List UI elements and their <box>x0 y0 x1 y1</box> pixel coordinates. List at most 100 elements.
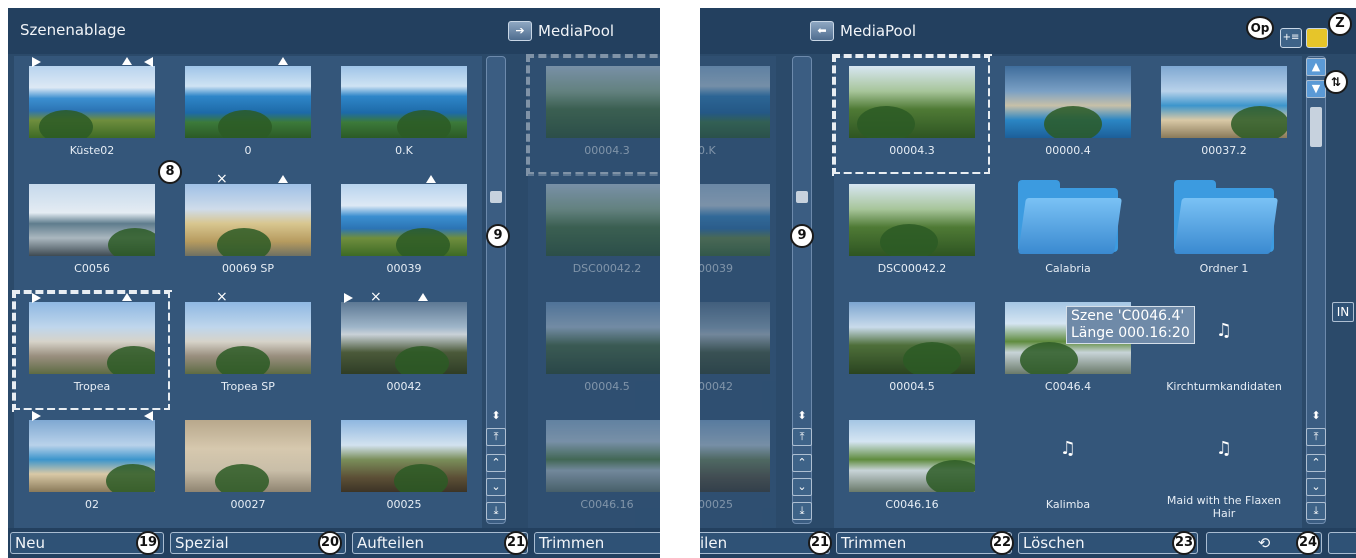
preview-thumbnail <box>546 420 660 492</box>
scroll-top-icon[interactable]: ⤒ <box>486 428 506 446</box>
add-list-icon[interactable]: +≡ <box>1280 28 1302 48</box>
mp-scroll-up-icon[interactable]: ⌃ <box>1306 454 1326 472</box>
archive-icon[interactable] <box>1306 28 1328 48</box>
preview-thumbnail <box>700 184 770 256</box>
audio-tile[interactable]: ♫ Maid with the Flaxen Hair <box>1146 410 1302 528</box>
trim-button[interactable]: Trimmen <box>534 532 660 554</box>
media-label: Kalimba <box>1045 498 1091 511</box>
scene-tile[interactable]: 0 <box>170 56 326 174</box>
position-marker-icon <box>122 293 132 301</box>
mp-scroll-top-icon[interactable]: ⤒ <box>1306 428 1326 446</box>
media-tile[interactable]: 00004.3 <box>832 54 992 176</box>
preview-label: 00004.3 <box>584 144 630 157</box>
cut-mark-icon: × <box>370 289 382 305</box>
preview-thumbnail <box>546 66 660 138</box>
scrollbar-thumb[interactable] <box>490 191 502 203</box>
mediapool-title: MediaPool <box>840 22 917 40</box>
scene-thumbnail <box>341 184 467 256</box>
mp-scroll-bottom-icon[interactable]: ⤓ <box>1306 502 1326 520</box>
thumbnail-foliage <box>394 464 448 492</box>
split-button-label: Aufteilen <box>357 534 424 552</box>
split-button-partial-label: ilen <box>700 534 728 552</box>
mediapool-preview-tile: 00004.3 <box>526 54 660 176</box>
mediapool-scrollbar-thumb[interactable] <box>1310 107 1322 147</box>
badge-24: 24 <box>1296 531 1320 555</box>
preview-label: 00039 <box>700 262 733 275</box>
delete-button-label: Löschen <box>1023 534 1085 552</box>
media-thumbnail <box>1005 66 1131 138</box>
folder-tile[interactable]: Ordner 1 <box>1146 174 1302 292</box>
scene-tile[interactable]: 00042 × <box>326 289 482 410</box>
scene-tile[interactable]: C0056 <box>14 174 170 292</box>
undo-icon: ⟲ <box>1257 534 1271 552</box>
scene-tile[interactable]: 0.K <box>326 56 482 174</box>
ghost-scroll-top-icon[interactable]: ⤒ <box>792 428 812 446</box>
audio-tile[interactable]: ♫ Kalimba <box>990 410 1146 528</box>
scene-tile[interactable]: 00069 SP × <box>170 172 326 292</box>
in-button[interactable]: IN <box>1332 302 1354 322</box>
scene-label: 00039 <box>386 262 422 275</box>
scene-tile[interactable]: 02 <box>14 410 170 528</box>
trim-button-right[interactable]: Trimmen <box>836 532 1012 554</box>
badge-19: 19 <box>136 531 160 555</box>
position-marker-icon <box>278 175 288 183</box>
media-label: Ordner 1 <box>1199 262 1249 275</box>
arrow-left-icon[interactable]: ⬅ <box>810 21 834 41</box>
mp-scroll-down-icon[interactable]: ⌄ <box>1306 478 1326 496</box>
scene-tile[interactable]: Tropea SP × <box>170 289 326 410</box>
folder-tile[interactable]: Calabria <box>990 174 1146 292</box>
preview-label: 0.K <box>700 144 716 157</box>
badge-8: 8 <box>158 160 182 184</box>
extra-button[interactable] <box>1328 532 1356 554</box>
media-tile[interactable]: C0046.16 <box>834 410 990 528</box>
scene-tile[interactable]: 00025 <box>326 410 482 528</box>
move-down-icon[interactable]: ▼ <box>1306 80 1326 98</box>
badge-9: 9 <box>486 224 510 248</box>
thumbnail-foliage <box>108 228 155 256</box>
media-label: Calabria <box>1045 262 1091 275</box>
media-thumbnail <box>849 302 975 374</box>
scene-tile[interactable]: 00027 <box>170 410 326 528</box>
scroll-bottom-icon[interactable]: ⤓ <box>486 502 506 520</box>
scene-bin-panel: Szenenablage ➔ MediaPool Küste02 0 0.K C005… <box>8 8 660 558</box>
scene-thumbnail <box>29 420 155 492</box>
media-tile[interactable]: 00004.5 <box>834 292 990 410</box>
scene-label: 00069 SP <box>221 262 275 275</box>
ghost-scroll-bottom-icon[interactable]: ⤓ <box>792 502 812 520</box>
ghost-scroll-up-icon[interactable]: ⌃ <box>792 454 812 472</box>
scroll-up-icon[interactable]: ⌃ <box>486 454 506 472</box>
media-tile[interactable]: 00000.4 <box>990 56 1146 174</box>
scroll-handle-icon[interactable]: ⬍ <box>486 408 506 426</box>
split-button[interactable]: Aufteilen <box>352 532 528 554</box>
arrow-right-icon[interactable]: ➔ <box>508 21 532 41</box>
scene-label: C0056 <box>74 262 110 275</box>
move-up-icon[interactable]: ▲ <box>1306 58 1326 76</box>
scene-tile[interactable]: Küste02 <box>14 56 170 174</box>
delete-button[interactable]: Löschen <box>1018 532 1198 554</box>
scene-tile[interactable]: 00039 <box>326 174 482 292</box>
scene-thumbnail <box>185 184 311 256</box>
scene-bin-toolbar: Neu 19 Spezial 20 Aufteilen 21 Trimmen <box>8 528 660 558</box>
scene-thumbnail <box>185 66 311 138</box>
scene-bin-title: Szenenablage <box>20 21 126 39</box>
thumbnail-foliage <box>216 346 270 374</box>
ghost-scrollbar-thumb[interactable] <box>796 191 808 203</box>
ghost-scroll-down-icon[interactable]: ⌄ <box>792 478 812 496</box>
scene-label: 0 <box>244 144 252 157</box>
sort-icon[interactable]: ⇅ <box>1324 70 1348 94</box>
thumbnail-foliage <box>1044 106 1102 138</box>
media-thumbnail <box>849 420 975 492</box>
scroll-down-icon[interactable]: ⌄ <box>486 478 506 496</box>
cut-mark-icon: × <box>216 289 228 305</box>
music-note-icon: ♫ <box>1059 438 1077 459</box>
media-tile[interactable]: DSC00042.2 <box>834 174 990 292</box>
thumbnail-foliage <box>396 228 450 256</box>
thumbnail-foliage <box>218 110 272 138</box>
ghost-scroll-handle-icon[interactable]: ⬍ <box>792 408 812 426</box>
media-tile[interactable]: 00037.2 <box>1146 56 1302 174</box>
thumbnail-foliage <box>39 110 93 138</box>
scene-tile[interactable]: Tropea <box>12 290 172 412</box>
thumbnail-foliage <box>217 228 271 256</box>
mp-scroll-handle-icon[interactable]: ⬍ <box>1306 408 1326 426</box>
position-marker-icon <box>426 175 436 183</box>
